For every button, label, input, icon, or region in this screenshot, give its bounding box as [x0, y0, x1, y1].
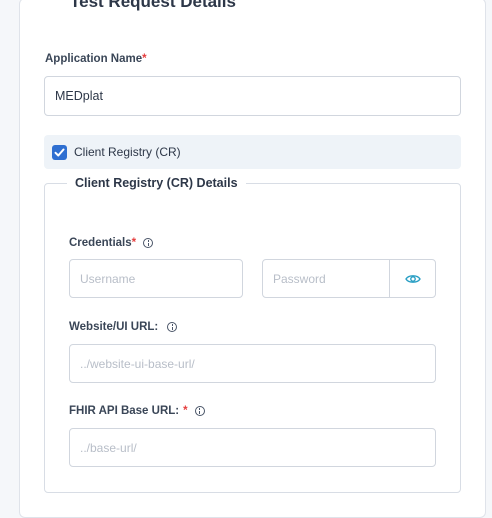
application-name-input[interactable] [44, 76, 461, 116]
password-input[interactable] [262, 259, 390, 298]
application-name-label-text: Application Name [45, 53, 143, 65]
website-url-input[interactable] [69, 344, 436, 383]
cr-details-title: Client Registry (CR) Details [67, 176, 246, 190]
fhir-url-input[interactable] [69, 428, 436, 467]
fhir-url-label: FHIR API Base URL: * [69, 405, 205, 417]
website-url-label-text: Website/UI URL: [69, 321, 159, 333]
client-registry-row[interactable]: Client Registry (CR) [44, 135, 461, 169]
username-input[interactable] [69, 259, 243, 298]
client-registry-checkbox[interactable] [52, 145, 67, 160]
info-icon[interactable] [167, 321, 178, 332]
application-name-label: Application Name* [45, 53, 147, 65]
checkmark-icon [54, 148, 65, 157]
info-icon[interactable] [194, 405, 205, 416]
toggle-password-visibility-button[interactable] [389, 259, 436, 298]
credentials-label-text: Credentials [69, 237, 132, 249]
required-mark: * [183, 405, 188, 417]
credentials-label: Credentials* [69, 237, 154, 249]
section-title: Test Request Details [62, 0, 244, 13]
required-mark: * [142, 53, 147, 65]
eye-icon [405, 275, 421, 283]
fhir-url-label-text: FHIR API Base URL: [69, 405, 180, 417]
client-registry-label: Client Registry (CR) [74, 145, 181, 159]
website-url-label: Website/UI URL: [69, 321, 178, 333]
info-icon[interactable] [143, 237, 154, 248]
required-mark: * [131, 237, 137, 249]
